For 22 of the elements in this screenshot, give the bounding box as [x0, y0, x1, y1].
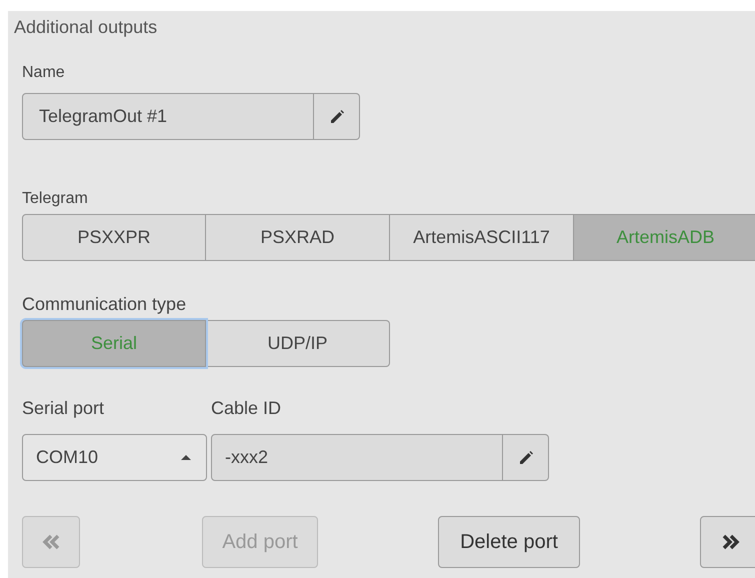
double-chevron-left-icon [42, 533, 60, 551]
section-title: Additional outputs [13, 16, 158, 38]
field-label: Communication type [22, 293, 186, 315]
next-button[interactable] [700, 516, 755, 568]
edit-button[interactable] [314, 93, 360, 140]
field-label: Name [22, 63, 65, 83]
segment-option[interactable]: PSXRAD [206, 214, 390, 261]
field-label: Telegram [22, 189, 88, 209]
serial-port-dropdown[interactable]: COM10 [22, 434, 207, 481]
name-field[interactable]: TelegramOut #1 [22, 93, 314, 140]
caret-icon [181, 455, 191, 460]
segment-option[interactable]: UDP/IP [206, 320, 390, 367]
double-chevron-right-icon [720, 533, 740, 551]
edit-button[interactable] [503, 434, 549, 481]
field-label: Serial port [22, 398, 104, 418]
port-button[interactable]: Delete port [438, 516, 580, 568]
field-label: Cable ID [211, 397, 282, 419]
pencil-icon [518, 450, 534, 466]
segment-option[interactable]: PSXXPR [22, 214, 206, 261]
cable-id-field[interactable]: -xxx2 [211, 434, 503, 481]
pencil-icon [328, 108, 344, 124]
segment-option[interactable]: ArtemisASCII117 [390, 214, 574, 261]
